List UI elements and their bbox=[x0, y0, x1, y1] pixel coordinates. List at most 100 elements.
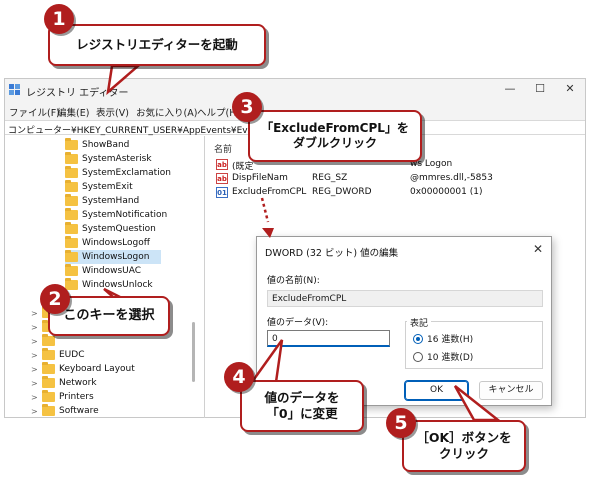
column-header-name[interactable]: 名前 bbox=[214, 142, 232, 155]
value-type: REG_SZ bbox=[312, 173, 348, 183]
value-row-excludefromcpl[interactable]: 01 ExcludeFromCPL REG_DWORD 0x00000001 (… bbox=[212, 186, 582, 200]
tree-item[interactable]: ShowBand bbox=[65, 138, 129, 152]
tree-item-label: SystemExit bbox=[82, 182, 133, 192]
chevron-right-icon[interactable]: > bbox=[31, 393, 39, 402]
radio-unselected-icon[interactable] bbox=[413, 351, 423, 362]
dword-value-icon: 01 bbox=[216, 187, 228, 198]
tree-item[interactable]: WindowsUnlock bbox=[65, 278, 153, 292]
tree-item[interactable]: SystemExclamation bbox=[65, 166, 171, 180]
step-badge-3: 3 bbox=[232, 92, 262, 122]
tree-item[interactable]: SystemNotification bbox=[65, 208, 167, 222]
close-button[interactable]: ✕ bbox=[562, 82, 578, 95]
string-value-icon: ab bbox=[216, 173, 228, 184]
value-data: @mmres.dll,-5853 bbox=[410, 173, 493, 183]
chevron-right-icon[interactable]: > bbox=[31, 351, 39, 360]
menu-view[interactable]: 表示(V) bbox=[96, 105, 129, 119]
tree-item[interactable]: > EUDC bbox=[31, 348, 85, 362]
value-data-input[interactable]: 0 bbox=[267, 330, 390, 347]
tree-item-label: SystemNotification bbox=[82, 210, 168, 220]
tree-item[interactable]: WindowsUAC bbox=[65, 264, 141, 278]
tree-scrollbar-thumb[interactable] bbox=[192, 322, 195, 382]
menu-file[interactable]: ファイル(F) bbox=[9, 105, 60, 119]
tree-item[interactable]: SystemQuestion bbox=[65, 222, 156, 236]
folder-icon bbox=[42, 390, 55, 402]
menu-favorites[interactable]: お気に入り(A) bbox=[136, 105, 197, 119]
value-row[interactable]: ab DispFileNam REG_SZ @mmres.dll,-5853 bbox=[212, 172, 582, 186]
radio-hex[interactable]: 16 進数(H) bbox=[413, 332, 473, 345]
minimize-button[interactable]: — bbox=[502, 82, 518, 95]
tree-item-label: Network bbox=[59, 378, 97, 388]
tree-item[interactable]: > Software bbox=[31, 404, 99, 418]
folder-icon bbox=[42, 334, 55, 346]
folder-icon bbox=[65, 250, 78, 262]
window-title: レジストリ エディター bbox=[26, 88, 129, 99]
tree-item-label: Keyboard Layout bbox=[59, 364, 135, 374]
callout-2-text: このキーを選択 bbox=[63, 307, 155, 323]
string-value-icon: ab bbox=[216, 159, 228, 170]
callout-3-text: 「ExcludeFromCPL」を ダブルクリック bbox=[261, 121, 409, 150]
chevron-right-icon[interactable]: > bbox=[31, 337, 39, 346]
chevron-right-icon[interactable]: > bbox=[31, 323, 39, 332]
registry-editor-icon bbox=[9, 84, 22, 96]
step-badge-4: 4 bbox=[224, 362, 254, 392]
value-data: 0x00000001 (1) bbox=[410, 187, 483, 197]
callout-3: 「ExcludeFromCPL」を ダブルクリック bbox=[248, 110, 422, 162]
chevron-right-icon[interactable]: > bbox=[31, 407, 39, 416]
tree-item[interactable]: WindowsLogoff bbox=[65, 236, 150, 250]
tree-item-label: WindowsLogon bbox=[82, 252, 150, 262]
tree-item[interactable]: > Network bbox=[31, 376, 97, 390]
callout-5-text: ［OK］ボタンを クリック bbox=[416, 430, 512, 461]
tree-item-label: EUDC bbox=[59, 350, 85, 360]
value-name-field: ExcludeFromCPL bbox=[267, 290, 543, 307]
step-badge-5: 5 bbox=[386, 408, 416, 438]
ok-button[interactable]: OK bbox=[404, 380, 469, 401]
base-label: 表記 bbox=[407, 316, 432, 329]
folder-icon bbox=[42, 348, 55, 360]
key-tree: ShowBand SystemAsterisk SystemExclamatio… bbox=[5, 136, 205, 418]
dialog-close-button[interactable]: ✕ bbox=[533, 242, 543, 256]
cancel-button[interactable]: キャンセル bbox=[479, 381, 543, 400]
radio-dec-label: 10 進数(D) bbox=[427, 353, 474, 363]
folder-icon bbox=[65, 194, 78, 206]
folder-icon bbox=[65, 264, 78, 276]
tree-item[interactable]: > Printers bbox=[31, 390, 94, 404]
folder-icon bbox=[65, 138, 78, 150]
callout-1-text: レジストリエディターを起動 bbox=[76, 37, 238, 53]
tree-item-label: SystemExclamation bbox=[82, 168, 171, 178]
tree-item-label: Software bbox=[59, 406, 99, 416]
folder-icon bbox=[42, 362, 55, 374]
tree-item[interactable]: SystemHand bbox=[65, 194, 139, 208]
tree-item-label: SystemHand bbox=[82, 196, 140, 206]
folder-icon bbox=[65, 208, 78, 220]
value-name-label: 値の名前(N): bbox=[267, 276, 320, 286]
chevron-right-icon[interactable]: > bbox=[31, 379, 39, 388]
radio-dec[interactable]: 10 進数(D) bbox=[413, 350, 473, 363]
tree-item-label: SystemQuestion bbox=[82, 224, 156, 234]
radio-selected-icon[interactable] bbox=[413, 333, 423, 344]
callout-4: 値のデータを 「0」に変更 bbox=[240, 380, 364, 432]
chevron-right-icon[interactable]: > bbox=[31, 365, 39, 374]
tree-item-selected[interactable]: WindowsLogon bbox=[65, 250, 161, 264]
radio-hex-label: 16 進数(H) bbox=[427, 335, 474, 345]
chevron-right-icon[interactable]: > bbox=[31, 309, 39, 318]
maximize-button[interactable]: ☐ bbox=[532, 82, 548, 95]
tree-item-label: SystemAsterisk bbox=[82, 154, 152, 164]
tree-item[interactable]: > Keyboard Layout bbox=[31, 362, 135, 376]
tree-item[interactable]: SystemExit bbox=[65, 180, 133, 194]
folder-icon bbox=[42, 376, 55, 388]
value-name: ExcludeFromCPL bbox=[232, 187, 307, 197]
title-bar: レジストリ エディター — ☐ ✕ bbox=[5, 79, 585, 101]
step-badge-1: 1 bbox=[44, 4, 74, 34]
value-data-label: 値のデータ(V): bbox=[267, 318, 329, 328]
folder-icon bbox=[65, 236, 78, 248]
callout-5: ［OK］ボタンを クリック bbox=[402, 420, 526, 472]
tree-item-label: Printers bbox=[59, 392, 94, 402]
folder-icon bbox=[65, 166, 78, 178]
callout-4-text: 値のデータを 「0」に変更 bbox=[264, 390, 340, 421]
tree-item[interactable]: SystemAsterisk bbox=[65, 152, 152, 166]
menu-edit[interactable]: 編集(E) bbox=[57, 105, 89, 119]
tree-item[interactable]: > bbox=[31, 334, 59, 348]
step-badge-2: 2 bbox=[40, 284, 70, 314]
folder-icon bbox=[65, 278, 78, 290]
value-type: REG_DWORD bbox=[312, 187, 372, 197]
